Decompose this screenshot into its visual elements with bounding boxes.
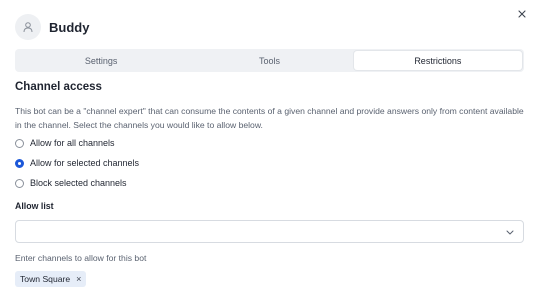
allow-list-help: Enter channels to allow for this bot [15,253,147,263]
radio-allow-all[interactable]: Allow for all channels [15,138,115,148]
channel-chip: Town Square × [15,271,87,287]
radio-unchecked[interactable] [15,178,24,188]
tab-bar: Settings Tools Restrictions [15,49,524,72]
bot-name: Buddy [49,19,90,35]
chip-remove-icon[interactable]: × [76,274,81,284]
close-icon[interactable] [515,7,529,21]
radio-label: Allow for selected channels [30,158,140,168]
radio-label: Block selected channels [30,178,127,188]
allow-list-label: Allow list [15,201,54,211]
section-description: This bot can be a "channel expert" that … [15,106,524,130]
radio-allow-selected[interactable]: Allow for selected channels [15,158,139,168]
user-icon [15,14,41,40]
radio-block-selected[interactable]: Block selected channels [15,178,127,188]
radio-checked[interactable] [15,158,24,168]
radio-unchecked[interactable] [15,138,24,148]
tab-settings[interactable]: Settings [17,51,185,70]
radio-label: Allow for all channels [30,138,115,148]
chevron-down-icon[interactable] [505,227,515,237]
tab-tools[interactable]: Tools [185,51,353,70]
allow-list-select[interactable] [15,220,524,243]
chip-label: Town Square [20,274,71,284]
tab-restrictions[interactable]: Restrictions [353,51,522,70]
bot-header: Buddy [15,13,89,41]
section-title: Channel access [15,81,102,93]
